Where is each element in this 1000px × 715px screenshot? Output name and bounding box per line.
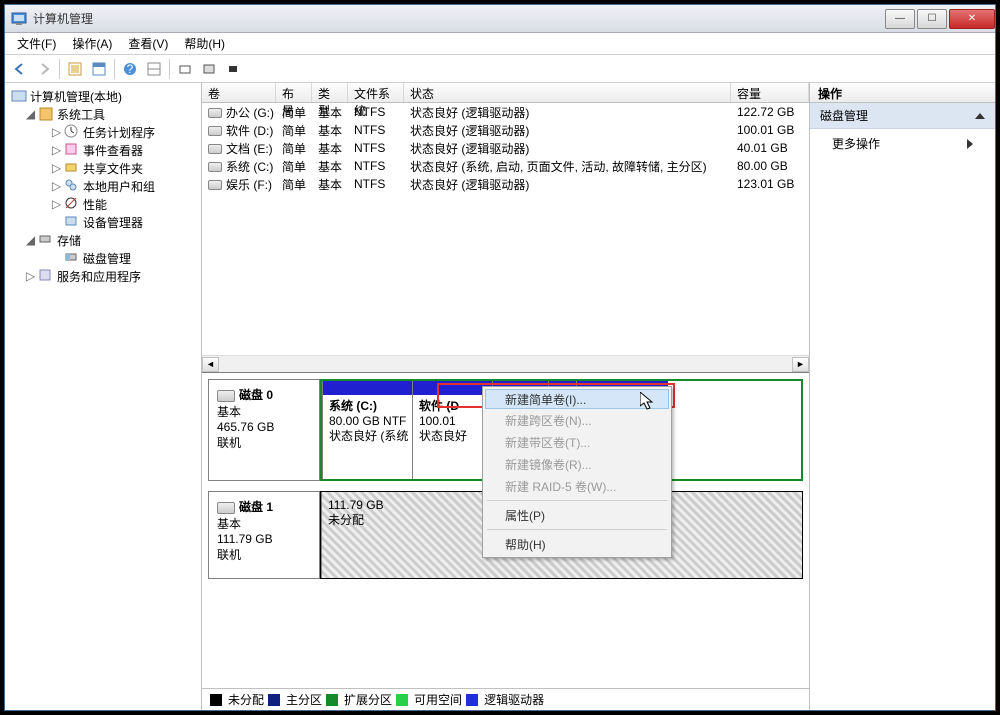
context-menu-item: 新建 RAID-5 卷(W)... — [485, 475, 669, 497]
expand-icon[interactable]: ▷ — [51, 125, 62, 139]
drive-icon — [208, 108, 222, 118]
menu-help[interactable]: 帮助(H) — [176, 33, 233, 54]
col-status[interactable]: 状态 — [404, 83, 731, 102]
table-row[interactable]: 系统 (C:)简单基本NTFS状态良好 (系统, 启动, 页面文件, 活动, 故… — [202, 157, 809, 175]
drive-icon — [208, 126, 222, 136]
table-row[interactable]: 娱乐 (F:)简单基本NTFS状态良好 (逻辑驱动器)123.01 GB — [202, 175, 809, 193]
partition[interactable]: 系统 (C:)80.00 GB NTF状态良好 (系统 — [322, 381, 412, 479]
help-icon[interactable]: ? — [119, 58, 141, 80]
tb-icon-5[interactable] — [174, 58, 196, 80]
menu-view[interactable]: 查看(V) — [120, 33, 176, 54]
chevron-right-icon — [967, 139, 973, 149]
legend-free: 可用空间 — [414, 691, 462, 708]
tree-item[interactable]: ▷共享文件夹 — [7, 159, 199, 177]
disk-icon — [217, 390, 235, 402]
drive-icon — [208, 180, 222, 190]
tree-diskmgmt[interactable]: 磁盘管理 — [7, 249, 199, 267]
legend-logical: 逻辑驱动器 — [484, 691, 544, 708]
disk-icon — [217, 502, 235, 514]
context-menu-props[interactable]: 属性(P) — [485, 504, 669, 526]
expand-icon[interactable]: ▷ — [51, 143, 62, 157]
context-menu-item: 新建带区卷(T)... — [485, 431, 669, 453]
computer-management-window: 计算机管理 — ☐ ✕ 文件(F) 操作(A) 查看(V) 帮助(H) ? 计算… — [4, 4, 996, 711]
col-fs[interactable]: 文件系统 — [348, 83, 404, 102]
forward-button[interactable] — [33, 58, 55, 80]
col-layout[interactable]: 布局 — [276, 83, 312, 102]
disk-state: 联机 — [217, 546, 311, 563]
disk-size: 465.76 GB — [217, 420, 311, 434]
context-menu-help[interactable]: 帮助(H) — [485, 533, 669, 555]
actions-header: 操作 — [810, 83, 995, 103]
tb-icon-2[interactable] — [88, 58, 110, 80]
tree-storage[interactable]: ◢存储 — [7, 231, 199, 249]
more-actions[interactable]: 更多操作 — [810, 129, 995, 158]
table-row[interactable]: 办公 (G:)简单基本NTFS状态良好 (逻辑驱动器)122.72 GB — [202, 103, 809, 121]
expand-icon[interactable]: ▷ — [25, 269, 36, 283]
h-scrollbar[interactable]: ◄ ► — [202, 355, 809, 372]
titlebar[interactable]: 计算机管理 — ☐ ✕ — [5, 5, 995, 33]
app-icon — [11, 11, 27, 27]
tree-item[interactable]: ▷性能 — [7, 195, 199, 213]
collapse-icon[interactable]: ◢ — [25, 107, 36, 121]
col-type[interactable]: 类型 — [312, 83, 348, 102]
maximize-button[interactable]: ☐ — [917, 9, 947, 29]
disk-header[interactable]: 磁盘 1 基本 111.79 GB 联机 — [208, 491, 320, 579]
menu-action[interactable]: 操作(A) — [64, 33, 120, 54]
menu-file[interactable]: 文件(F) — [9, 33, 64, 54]
col-capacity[interactable]: 容量 — [731, 83, 809, 102]
tb-icon-4[interactable] — [143, 58, 165, 80]
context-menu-item[interactable]: 新建简单卷(I)... — [485, 389, 669, 409]
minimize-button[interactable]: — — [885, 9, 915, 29]
context-menu[interactable]: 新建简单卷(I)...新建跨区卷(N)...新建带区卷(T)...新建镜像卷(R… — [482, 386, 672, 558]
tb-icon-6[interactable] — [198, 58, 220, 80]
tb-icon-7[interactable] — [222, 58, 244, 80]
context-menu-item: 新建镜像卷(R)... — [485, 453, 669, 475]
scroll-left-icon[interactable]: ◄ — [202, 357, 219, 372]
actions-section[interactable]: 磁盘管理 — [810, 103, 995, 129]
tb-icon-1[interactable] — [64, 58, 86, 80]
legend-primary: 主分区 — [286, 691, 322, 708]
legend-unalloc: 未分配 — [228, 691, 264, 708]
table-row[interactable]: 文档 (E:)简单基本NTFS状态良好 (逻辑驱动器)40.01 GB — [202, 139, 809, 157]
close-button[interactable]: ✕ — [949, 9, 995, 29]
tree-item[interactable]: ▷本地用户和组 — [7, 177, 199, 195]
collapse-up-icon[interactable] — [975, 113, 985, 119]
collapse-icon[interactable]: ◢ — [25, 233, 36, 247]
svg-text:?: ? — [127, 62, 134, 76]
disk-label: 磁盘 1 — [239, 500, 273, 514]
actions-panel: 操作 磁盘管理 更多操作 — [810, 83, 995, 710]
volume-table[interactable]: 卷 布局 类型 文件系统 状态 容量 办公 (G:)简单基本NTFS状态良好 (… — [202, 83, 809, 373]
disk-size: 111.79 GB — [217, 532, 311, 546]
toolbar: ? — [5, 55, 995, 83]
legend-ext: 扩展分区 — [344, 691, 392, 708]
scroll-right-icon[interactable]: ► — [792, 357, 809, 372]
legend: 未分配 主分区 扩展分区 可用空间 逻辑驱动器 — [202, 688, 809, 710]
tree-root[interactable]: 计算机管理(本地) — [7, 87, 199, 105]
tree-systools[interactable]: ◢系统工具 — [7, 105, 199, 123]
nav-tree[interactable]: 计算机管理(本地) ◢系统工具 ▷任务计划程序 ▷事件查看器 ▷共享文件夹 ▷本… — [5, 83, 202, 710]
tree-item[interactable]: 设备管理器 — [7, 213, 199, 231]
expand-icon[interactable]: ▷ — [51, 161, 62, 175]
expand-icon[interactable]: ▷ — [51, 197, 62, 211]
tree-item[interactable]: ▷任务计划程序 — [7, 123, 199, 141]
drive-icon — [208, 162, 222, 172]
expand-icon[interactable]: ▷ — [51, 179, 62, 193]
tree-services[interactable]: ▷服务和应用程序 — [7, 267, 199, 285]
disk-type: 基本 — [217, 515, 311, 532]
menubar: 文件(F) 操作(A) 查看(V) 帮助(H) — [5, 33, 995, 55]
disk-label: 磁盘 0 — [239, 388, 273, 402]
back-button[interactable] — [9, 58, 31, 80]
partition[interactable]: 软件 (D100.01 状态良好 — [412, 381, 492, 479]
disk-type: 基本 — [217, 403, 311, 420]
table-header[interactable]: 卷 布局 类型 文件系统 状态 容量 — [202, 83, 809, 103]
disk-state: 联机 — [217, 434, 311, 451]
col-volume[interactable]: 卷 — [202, 83, 276, 102]
drive-icon — [208, 144, 222, 154]
window-title: 计算机管理 — [33, 10, 883, 27]
disk-header[interactable]: 磁盘 0 基本 465.76 GB 联机 — [208, 379, 320, 481]
table-row[interactable]: 软件 (D:)简单基本NTFS状态良好 (逻辑驱动器)100.01 GB — [202, 121, 809, 139]
context-menu-item: 新建跨区卷(N)... — [485, 409, 669, 431]
tree-item[interactable]: ▷事件查看器 — [7, 141, 199, 159]
